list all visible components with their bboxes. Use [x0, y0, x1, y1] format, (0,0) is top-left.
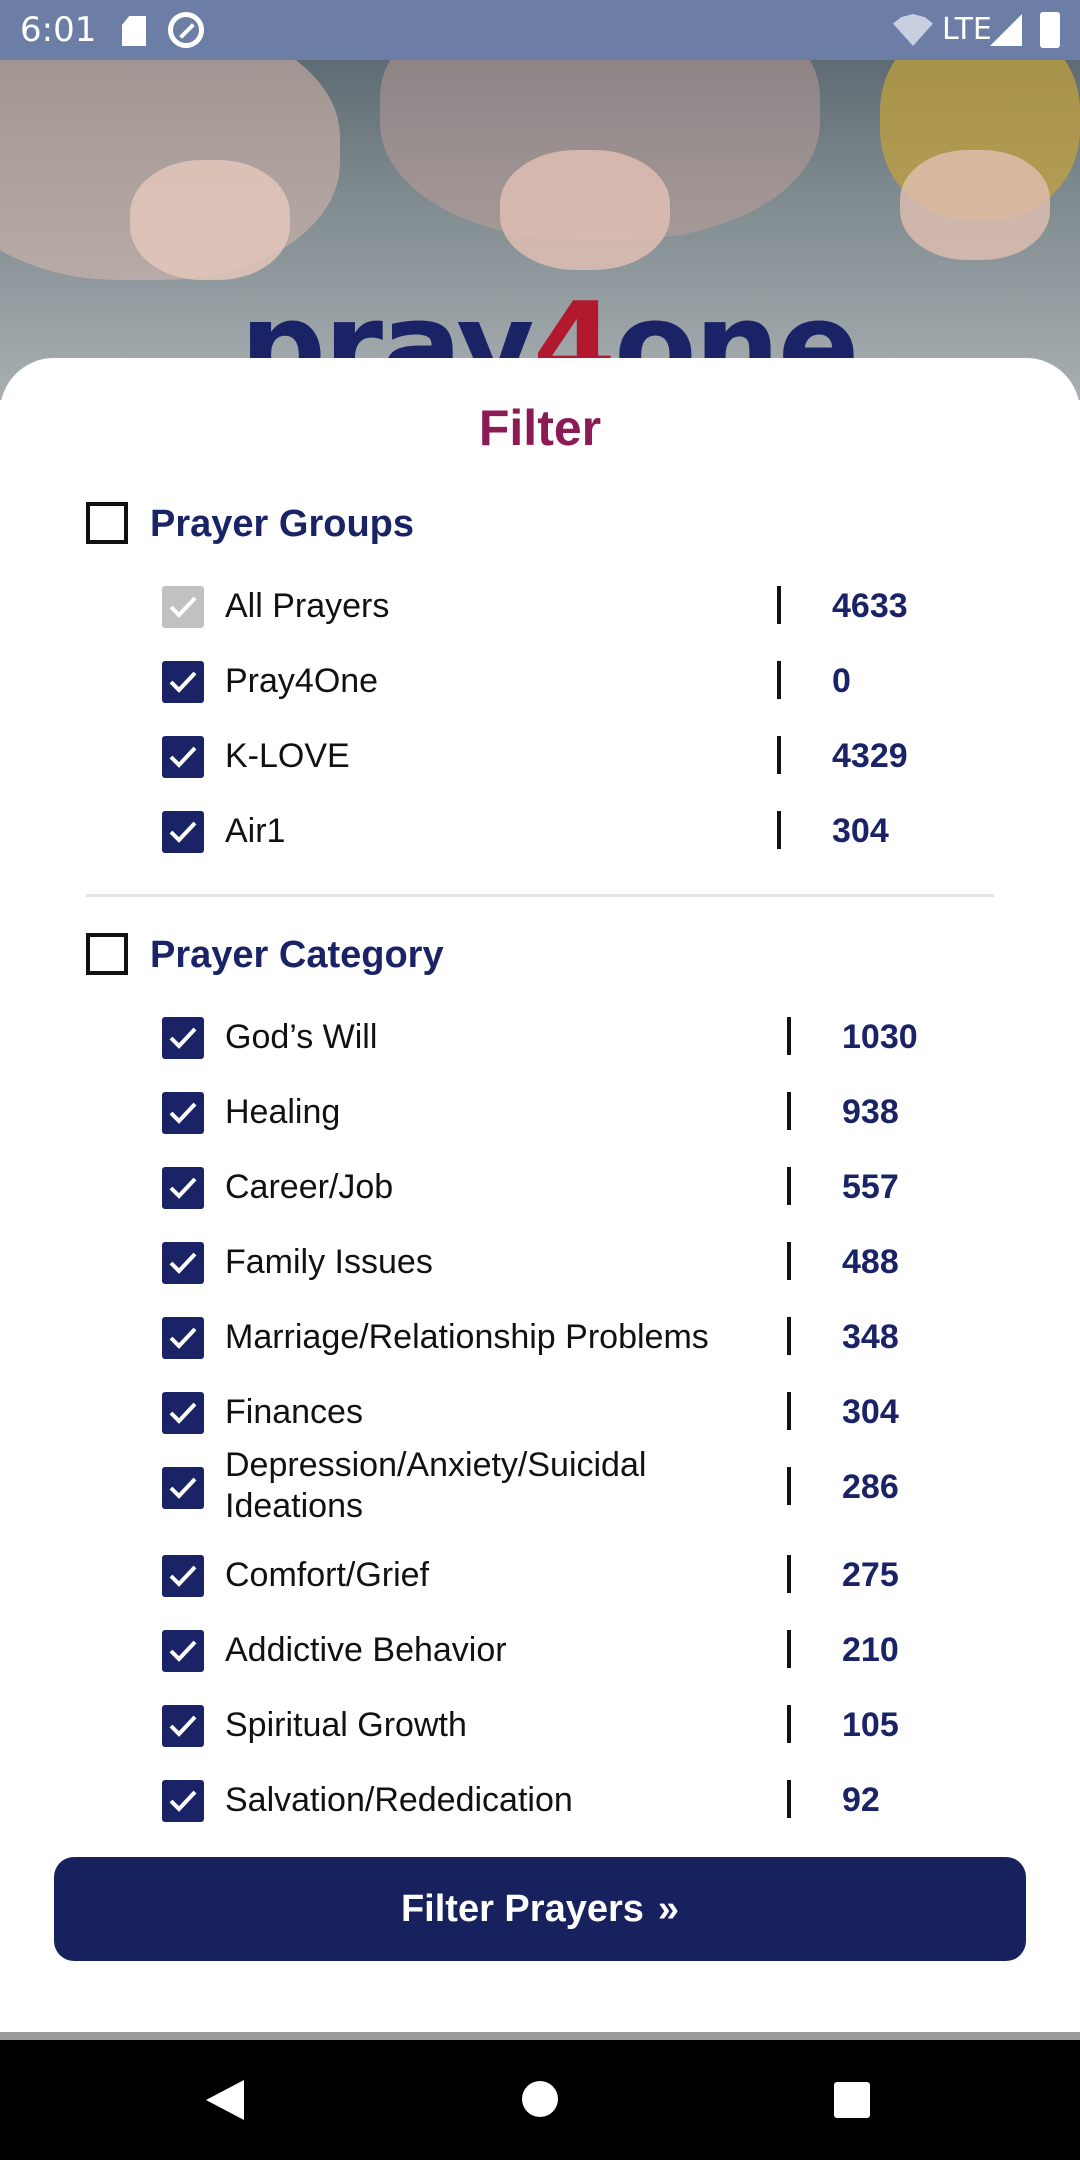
status-bar: 6:01 LTE	[0, 0, 1080, 60]
salvation-checkbox[interactable]	[162, 1780, 204, 1822]
klove-checkbox[interactable]	[162, 736, 204, 778]
group-label: All Prayers	[225, 587, 390, 625]
pray4one-checkbox[interactable]	[162, 661, 204, 703]
count-separator	[777, 736, 781, 774]
category-label: Depression/Anxiety/Suicidal Ideations	[225, 1446, 647, 1525]
group-count: 4633	[832, 587, 908, 625]
air1-checkbox[interactable]	[162, 811, 204, 853]
spiritual-growth-checkbox[interactable]	[162, 1705, 204, 1747]
category-row-gods-will[interactable]: God’s Will 1030	[0, 1007, 1080, 1067]
back-icon[interactable]	[206, 2080, 244, 2120]
network-type: LTE	[942, 12, 992, 47]
group-row-air1[interactable]: Air1 304	[0, 801, 1080, 861]
gods-will-checkbox[interactable]	[162, 1017, 204, 1059]
group-label: Pray4One	[225, 662, 379, 700]
category-row-spiritual-growth[interactable]: Spiritual Growth 105	[0, 1695, 1080, 1755]
prayer-category-title: Prayer Category	[150, 934, 444, 976]
category-count: 557	[842, 1168, 899, 1206]
group-row-all-prayers[interactable]: All Prayers 4633	[0, 576, 1080, 636]
sheet-bottom-edge	[0, 2032, 1080, 2040]
section-divider	[86, 894, 994, 897]
category-row-career-job[interactable]: Career/Job 557	[0, 1157, 1080, 1217]
category-label: Salvation/Rededication	[225, 1781, 573, 1819]
filter-prayers-label: Filter Prayers	[400, 1887, 644, 1930]
count-separator	[787, 1017, 791, 1055]
category-label: Finances	[225, 1393, 363, 1431]
count-separator	[787, 1780, 791, 1818]
group-row-klove[interactable]: K-LOVE 4329	[0, 726, 1080, 786]
count-separator	[777, 811, 781, 849]
group-count: 4329	[832, 737, 908, 775]
family-issues-checkbox[interactable]	[162, 1242, 204, 1284]
signal-icon	[990, 14, 1022, 46]
prayer-groups-title: Prayer Groups	[150, 503, 414, 545]
wifi-off-icon	[893, 14, 933, 46]
career-job-checkbox[interactable]	[162, 1167, 204, 1209]
count-separator	[787, 1392, 791, 1430]
category-row-addictive-behavior[interactable]: Addictive Behavior 210	[0, 1620, 1080, 1680]
category-label: Addictive Behavior	[225, 1631, 507, 1669]
recents-icon[interactable]	[834, 2082, 870, 2118]
hero-image: pray4one	[0, 60, 1080, 400]
marriage-checkbox[interactable]	[162, 1317, 204, 1359]
comfort-grief-checkbox[interactable]	[162, 1555, 204, 1597]
count-separator	[787, 1555, 791, 1593]
addictive-behavior-checkbox[interactable]	[162, 1630, 204, 1672]
depression-checkbox[interactable]	[162, 1467, 204, 1509]
home-icon[interactable]	[522, 2081, 558, 2117]
count-separator	[787, 1467, 791, 1505]
category-label: Family Issues	[225, 1243, 433, 1281]
count-separator	[787, 1705, 791, 1743]
finances-checkbox[interactable]	[162, 1392, 204, 1434]
category-row-comfort-grief[interactable]: Comfort/Grief 275	[0, 1545, 1080, 1605]
category-count: 348	[842, 1318, 899, 1356]
category-count: 286	[842, 1468, 899, 1506]
do-not-disturb-icon	[168, 12, 204, 48]
count-separator	[787, 1092, 791, 1130]
category-label: God’s Will	[225, 1018, 378, 1056]
category-count: 210	[842, 1631, 899, 1669]
filter-title: Filter	[478, 400, 602, 456]
category-count: 488	[842, 1243, 899, 1281]
category-count: 105	[842, 1706, 899, 1744]
count-separator	[787, 1630, 791, 1668]
category-label: Comfort/Grief	[225, 1556, 430, 1594]
count-separator	[777, 661, 781, 699]
status-time: 6:01	[20, 10, 97, 50]
count-separator	[787, 1317, 791, 1355]
category-label: Spiritual Growth	[225, 1706, 467, 1744]
group-count: 304	[832, 812, 889, 850]
count-separator	[787, 1242, 791, 1280]
category-count: 938	[842, 1093, 899, 1131]
group-row-pray4one[interactable]: Pray4One 0	[0, 651, 1080, 711]
group-label: Air1	[225, 812, 286, 850]
count-separator	[777, 586, 781, 624]
sd-card-icon	[122, 16, 146, 46]
battery-icon	[1040, 12, 1060, 48]
category-row-healing[interactable]: Healing 938	[0, 1082, 1080, 1142]
category-count: 1030	[842, 1018, 918, 1056]
category-row-marriage[interactable]: Marriage/Relationship Problems 348	[0, 1307, 1080, 1367]
prayer-category-select-all-checkbox[interactable]	[86, 933, 128, 975]
double-chevron-right-icon: »	[657, 1887, 680, 1930]
category-count: 92	[842, 1781, 880, 1819]
healing-checkbox[interactable]	[162, 1092, 204, 1134]
group-label: K-LOVE	[225, 737, 350, 775]
category-row-family-issues[interactable]: Family Issues 488	[0, 1232, 1080, 1292]
category-row-salvation[interactable]: Salvation/Rededication 92	[0, 1770, 1080, 1830]
category-label: Career/Job	[225, 1168, 394, 1206]
category-label: Marriage/Relationship Problems	[225, 1318, 709, 1356]
category-row-depression[interactable]: Depression/Anxiety/Suicidal Ideations 28…	[0, 1446, 1080, 1525]
count-separator	[787, 1167, 791, 1205]
group-count: 0	[832, 662, 851, 700]
prayer-groups-select-all-checkbox[interactable]	[86, 502, 128, 544]
category-count: 304	[842, 1393, 899, 1431]
category-count: 275	[842, 1556, 899, 1594]
filter-prayers-button[interactable]: Filter Prayers »	[54, 1857, 1026, 1961]
all-prayers-checkbox[interactable]	[162, 586, 204, 628]
category-row-finances[interactable]: Finances 304	[0, 1382, 1080, 1442]
category-label: Healing	[225, 1093, 341, 1131]
